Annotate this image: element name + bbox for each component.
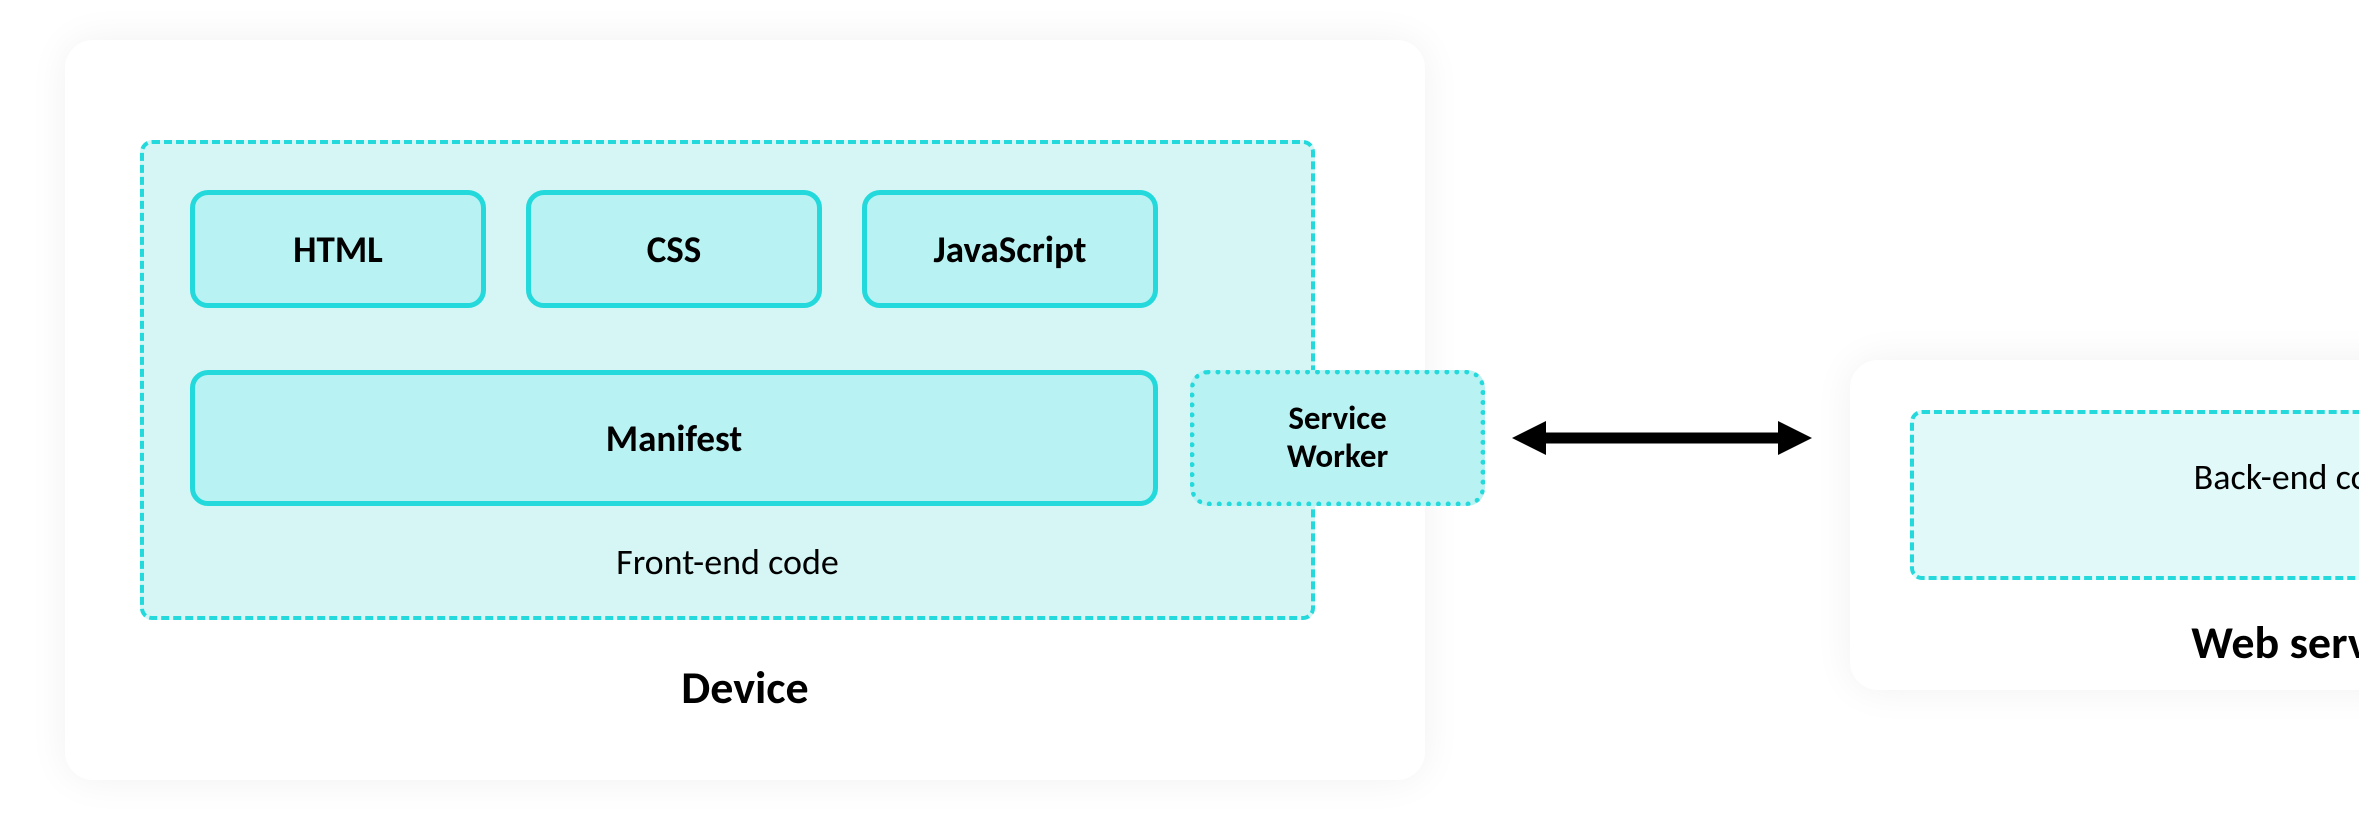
css-box: CSS [526, 190, 822, 308]
backend-caption: Back-end code [1910, 455, 2359, 499]
javascript-label: JavaScript [934, 227, 1087, 272]
frontend-caption: Front-end code [140, 540, 1315, 584]
server-title: Web server [1850, 615, 2359, 671]
html-box: HTML [190, 190, 486, 308]
javascript-box: JavaScript [862, 190, 1158, 308]
css-label: CSS [647, 227, 702, 272]
device-title: Device [65, 660, 1425, 716]
bidirectional-arrow-icon [1512, 418, 1812, 458]
manifest-box: Manifest [190, 370, 1158, 506]
html-label: HTML [293, 227, 383, 272]
manifest-label: Manifest [606, 416, 742, 461]
service-worker-label: Service Worker [1287, 400, 1388, 476]
service-worker-box: Service Worker [1190, 370, 1485, 506]
